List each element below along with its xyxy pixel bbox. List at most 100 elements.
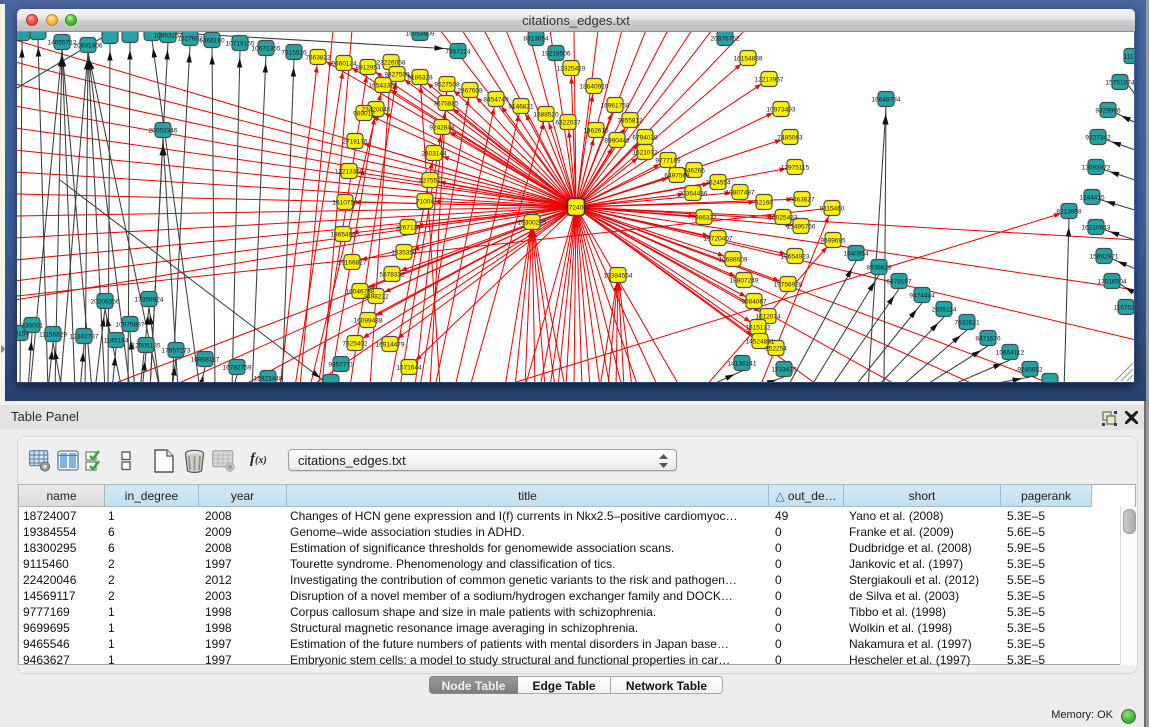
svg-text:10654112: 10654112	[996, 350, 1025, 357]
svg-text:1145194: 1145194	[104, 338, 129, 345]
svg-text:10719155: 10719155	[226, 41, 255, 48]
svg-text:17016504: 17016504	[1098, 279, 1127, 286]
svg-text:9242848: 9242848	[429, 125, 455, 132]
svg-text:7625402: 7625402	[342, 341, 368, 348]
svg-text:1621072: 1621072	[632, 150, 658, 157]
svg-text:3624554: 3624554	[705, 180, 731, 187]
svg-text:7357224: 7357224	[445, 49, 471, 56]
svg-text:39154: 39154	[17, 331, 29, 338]
svg-text:12213967: 12213967	[755, 77, 784, 84]
svg-text:10975887: 10975887	[116, 322, 145, 329]
svg-text:23226058: 23226058	[377, 60, 406, 67]
svg-text:2803144: 2803144	[421, 151, 447, 158]
svg-text:8471676: 8471676	[975, 336, 1001, 343]
svg-text:20206556: 20206556	[91, 299, 120, 306]
svg-text:7986322: 7986322	[691, 215, 717, 222]
svg-text:8186328: 8186328	[407, 75, 433, 82]
svg-text:17359924: 17359924	[135, 297, 164, 304]
svg-text:5878332: 5878332	[379, 272, 405, 279]
svg-text:19654923: 19654923	[781, 254, 810, 261]
svg-text:7515526: 7515526	[281, 50, 307, 57]
svg-text:9146821: 9146821	[508, 104, 534, 111]
svg-text:10807487: 10807487	[726, 190, 755, 197]
svg-text:1244415: 1244415	[1079, 195, 1105, 202]
svg-text:7663822: 7663822	[305, 55, 331, 62]
svg-text:7955812: 7955812	[617, 118, 643, 125]
svg-text:19756928: 19756928	[774, 282, 803, 289]
svg-text:11123: 11123	[1123, 54, 1134, 61]
svg-text:8938928: 8938928	[866, 265, 892, 272]
svg-text:9827509: 9827509	[384, 72, 410, 79]
svg-text:12325419: 12325419	[557, 66, 586, 73]
svg-text:6466160: 6466160	[199, 38, 225, 45]
svg-text:18724007: 18724007	[562, 205, 591, 212]
svg-text:3498222: 3498222	[363, 294, 389, 301]
svg-text:2867608: 2867608	[457, 88, 483, 95]
svg-text:2718176: 2718176	[342, 139, 368, 146]
svg-text:16210643: 16210643	[1082, 225, 1111, 232]
svg-text:1965498: 1965498	[330, 232, 356, 239]
svg-text:19166827: 19166827	[338, 260, 367, 267]
svg-text:16154838: 16154838	[734, 56, 763, 63]
svg-text:17957273: 17957273	[162, 348, 191, 355]
svg-text:1615132: 1615132	[745, 325, 771, 332]
svg-text:9857771: 9857771	[328, 362, 354, 369]
svg-text:1733426: 1733426	[771, 367, 797, 374]
svg-text:16099488: 16099488	[354, 318, 383, 325]
svg-text:7485063: 7485063	[777, 135, 803, 142]
svg-text:427552: 427552	[419, 178, 441, 185]
svg-text:735001: 735001	[21, 323, 43, 330]
svg-text:20364436: 20364436	[679, 191, 708, 198]
svg-text:20876762: 20876762	[711, 36, 740, 43]
svg-text:18640910: 18640910	[580, 84, 609, 91]
svg-text:14136141: 14136141	[728, 361, 757, 368]
svg-text:6497568: 6497568	[664, 173, 690, 180]
svg-text:12923448: 12923448	[254, 376, 283, 383]
svg-text:14524851: 14524851	[746, 339, 775, 346]
svg-text:9227342: 9227342	[1085, 135, 1111, 142]
svg-text:8813054: 8813054	[523, 36, 549, 43]
svg-text:14055712: 14055712	[48, 40, 77, 47]
svg-text:20053346: 20053346	[149, 128, 178, 135]
svg-text:3267115: 3267115	[396, 225, 421, 232]
svg-text:16961758: 16961758	[601, 103, 630, 110]
svg-text:9245652: 9245652	[1017, 367, 1043, 374]
svg-text:16914479: 16914479	[376, 342, 405, 349]
svg-text:62160: 62160	[755, 200, 773, 207]
svg-text:9474444: 9474444	[909, 293, 935, 300]
svg-text:15751074: 15751074	[1106, 80, 1134, 87]
svg-text:10688609: 10688609	[719, 257, 748, 264]
svg-text:10025433: 10025433	[769, 215, 798, 222]
svg-text:1610755: 1610755	[332, 200, 358, 207]
svg-text:8454749: 8454749	[483, 97, 509, 104]
svg-text:6794028: 6794028	[632, 135, 658, 142]
svg-text:12975115: 12975115	[781, 165, 810, 172]
svg-text:9115460: 9115460	[820, 206, 845, 213]
svg-text:9527508: 9527508	[434, 82, 460, 89]
svg-text:9699695: 9699695	[820, 238, 846, 245]
svg-text:6322037: 6322037	[555, 120, 581, 127]
svg-text:989012: 989012	[353, 111, 375, 118]
svg-text:12213369: 12213369	[335, 169, 364, 176]
svg-text:16782759: 16782759	[223, 365, 252, 372]
svg-text:9084067: 9084067	[741, 299, 767, 306]
svg-text:2935114: 2935114	[932, 307, 957, 314]
svg-text:8990448: 8990448	[604, 138, 630, 145]
svg-text:10958117: 10958117	[191, 357, 220, 364]
svg-text:9777169: 9777169	[655, 158, 681, 165]
svg-text:15495756: 15495756	[787, 224, 816, 231]
svg-text:9463627: 9463627	[789, 197, 815, 204]
svg-text:1167533: 1167533	[1114, 305, 1134, 312]
svg-text:1571644: 1571644	[396, 365, 422, 372]
svg-text:16648784: 16648784	[872, 97, 901, 104]
svg-text:19218506: 19218506	[542, 51, 571, 58]
svg-text:9329966: 9329966	[1095, 108, 1121, 115]
svg-text:1535359: 1535359	[391, 250, 417, 257]
svg-text:11156829: 11156829	[39, 332, 67, 339]
svg-text:10973493: 10973493	[767, 107, 796, 114]
svg-text:12505135: 12505135	[132, 343, 161, 350]
svg-text:10671355: 10671355	[252, 46, 281, 53]
svg-text:252254: 252254	[765, 346, 787, 353]
svg-text:19384554: 19384554	[604, 273, 633, 280]
svg-text:15720407: 15720407	[704, 236, 733, 243]
